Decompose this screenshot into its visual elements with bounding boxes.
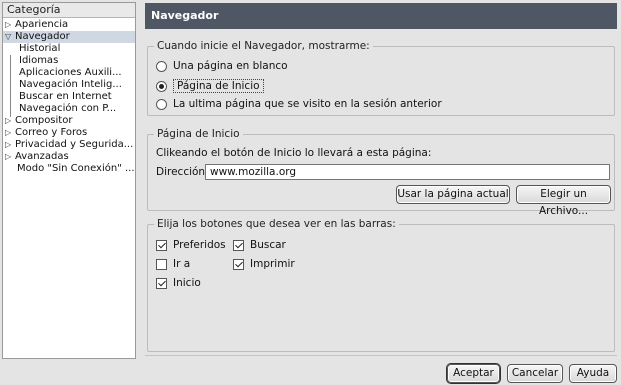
use-current-page-button[interactable]: Usar la página actual <box>396 185 510 204</box>
tree-item-navegador[interactable]: ▽ Navegador <box>3 31 135 43</box>
radio-button[interactable] <box>156 60 167 72</box>
tree-item-idiomas[interactable]: Idiomas <box>3 55 135 67</box>
toolbar-buttons-group-title: Elija los botones que desea ver en las b… <box>154 217 399 231</box>
checkbox-imprimir[interactable]: Imprimir <box>233 258 295 270</box>
footer-separator <box>145 355 617 356</box>
tree-item-apariencia[interactable]: ▷ Apariencia <box>3 19 135 31</box>
startup-group-title: Cuando inicie el Navegador, mostrarme: <box>154 39 373 53</box>
homepage-group: Página de Inicio Clikeando el botón de I… <box>147 127 615 217</box>
tree-item-navegacion-pestanas[interactable]: Navegación con P... <box>3 103 135 115</box>
tree-item-compositor[interactable]: ▷ Compositor <box>3 115 135 127</box>
expand-arrow-icon[interactable]: ▷ <box>5 139 15 151</box>
checkbox-checked[interactable] <box>233 239 244 251</box>
address-input[interactable]: www.mozilla.org <box>205 164 610 180</box>
checkbox-preferidos[interactable]: Preferidos <box>156 239 226 251</box>
tree-item-navegacion-inteligente[interactable]: Navegación Intelig... <box>3 79 135 91</box>
expand-arrow-icon[interactable]: ▷ <box>5 19 15 31</box>
checkbox-checked[interactable] <box>156 277 167 289</box>
cancel-button[interactable]: Cancelar <box>507 364 563 383</box>
expand-arrow-icon[interactable]: ▷ <box>5 151 15 163</box>
radio-home-page[interactable]: Página de Inicio <box>156 79 264 93</box>
help-button[interactable]: Ayuda <box>569 364 617 383</box>
toolbar-buttons-group: Elija los botones que desea ver en las b… <box>147 217 615 352</box>
checkbox-unchecked[interactable] <box>156 258 167 270</box>
radio-button[interactable] <box>156 98 167 110</box>
startup-group: Cuando inicie el Navegador, mostrarme: U… <box>147 39 615 116</box>
ok-button[interactable]: Aceptar <box>447 364 500 383</box>
category-tree[interactable]: Categoría ▷ Apariencia ▽ Navegador Histori… <box>2 2 136 359</box>
radio-last-page[interactable]: La ultima página que se visito en la ses… <box>156 98 442 110</box>
tree-item-sin-conexion[interactable]: Modo "Sin Conexión" ... <box>3 163 135 175</box>
checkbox-inicio[interactable]: Inicio <box>156 277 201 289</box>
checkbox-checked[interactable] <box>156 239 167 251</box>
choose-file-button[interactable]: Elegir un Archivo... <box>516 185 611 217</box>
checkbox-checked[interactable] <box>233 258 244 270</box>
radio-button-selected[interactable] <box>156 80 167 92</box>
tree-item-correo-foros[interactable]: ▷ Correo y Foros <box>3 127 135 139</box>
checkbox-buscar[interactable]: Buscar <box>233 239 286 251</box>
tree-item-buscar-internet[interactable]: Buscar en Internet <box>3 91 135 103</box>
panel-title: Navegador <box>145 3 617 29</box>
address-label: Dirección: <box>156 166 209 178</box>
homepage-description: Clikeando el botón de Inicio lo llevará … <box>156 147 432 159</box>
checkbox-ir-a[interactable]: Ir a <box>156 258 190 270</box>
tree-item-aplicaciones[interactable]: Aplicaciones Auxili... <box>3 67 135 79</box>
homepage-group-title: Página de Inicio <box>154 127 243 141</box>
collapse-arrow-icon[interactable]: ▽ <box>5 31 15 43</box>
category-column-header: Categoría <box>3 3 135 18</box>
tree-item-privacidad[interactable]: ▷ Privacidad y Segurida... <box>3 139 135 151</box>
tree-item-avanzadas[interactable]: ▷ Avanzadas <box>3 151 135 163</box>
tree-item-historial[interactable]: Historial <box>3 43 135 55</box>
radio-blank-page[interactable]: Una página en blanco <box>156 60 288 72</box>
expand-arrow-icon[interactable]: ▷ <box>5 127 15 139</box>
